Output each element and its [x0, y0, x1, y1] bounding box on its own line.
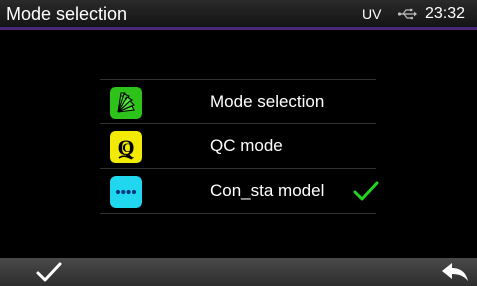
- svg-text:C: C: [122, 140, 131, 155]
- menu-item-qc-mode[interactable]: Q C QC mode: [100, 124, 376, 169]
- bottom-bar: [0, 258, 477, 286]
- mode-menu: Mode selection Q C QC mode Con_sta model: [100, 79, 379, 214]
- checkmark-icon[interactable]: [34, 260, 64, 284]
- page-title: Mode selection: [6, 4, 128, 24]
- fan-deck-icon: [110, 87, 142, 119]
- menu-item-label: QC mode: [210, 136, 283, 155]
- back-arrow-icon[interactable]: [440, 260, 470, 284]
- uv-status-indicator: UV: [362, 6, 382, 22]
- qc-icon: Q C: [110, 131, 142, 163]
- usb-icon: [397, 8, 417, 20]
- selected-check-icon: [353, 181, 379, 201]
- dots-icon: [110, 176, 142, 208]
- title-bar: Mode selection UV 23:32: [0, 0, 477, 30]
- menu-item-label: Mode selection: [210, 92, 325, 111]
- menu-item-con-sta-model[interactable]: Con_sta model: [100, 169, 379, 214]
- menu-item-label: Con_sta model: [210, 181, 325, 200]
- clock: 23:32: [425, 5, 466, 22]
- menu-item-mode-selection[interactable]: Mode selection: [100, 79, 376, 124]
